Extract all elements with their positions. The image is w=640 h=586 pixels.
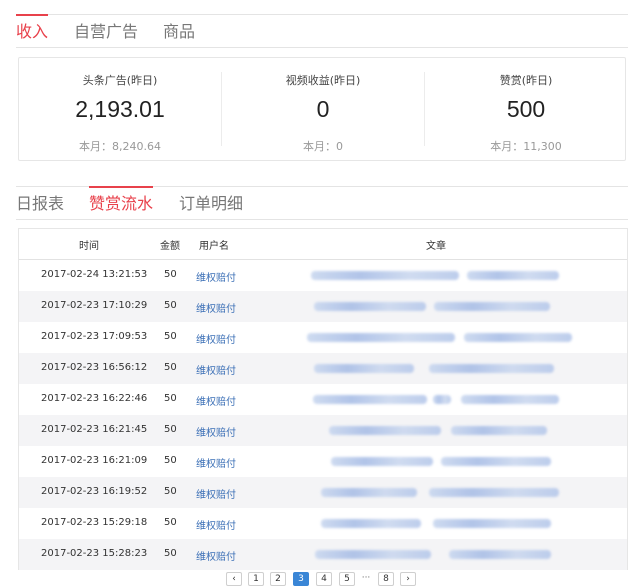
- cell-amount: 50: [164, 455, 177, 466]
- redacted-article-title[interactable]: [461, 395, 559, 404]
- column-header-time: 时间: [79, 241, 99, 252]
- page-button-5[interactable]: 5: [339, 572, 355, 586]
- cell-time: 2017-02-23 16:56:12: [41, 362, 148, 373]
- table-row: 2017-02-24 13:21:53 50 维权赔付: [19, 260, 627, 291]
- page-button-2[interactable]: 2: [270, 572, 286, 586]
- table-row: 2017-02-23 15:28:23 50 维权赔付: [19, 539, 627, 570]
- page-button-8[interactable]: 8: [378, 572, 394, 586]
- metric-label: 赞赏(昨日): [499, 74, 553, 87]
- metric-month-total: 本月：0: [303, 140, 343, 153]
- table-row: 2017-02-23 16:21:45 50 维权赔付: [19, 415, 627, 446]
- cell-time: 2017-02-23 16:21:09: [41, 455, 148, 466]
- redacted-article-title[interactable]: [315, 550, 431, 559]
- cell-amount: 50: [164, 300, 177, 311]
- cell-username-link[interactable]: 维权赔付: [196, 424, 236, 439]
- cell-username-link[interactable]: 维权赔付: [196, 548, 236, 563]
- redacted-article-title[interactable]: [433, 519, 551, 528]
- table-header: 时间 金额 用户名 文章: [19, 229, 627, 260]
- cell-time: 2017-02-24 13:21:53: [41, 269, 148, 280]
- table-row: 2017-02-23 16:56:12 50 维权赔付: [19, 353, 627, 384]
- cell-time: 2017-02-23 16:19:52: [41, 486, 148, 497]
- table-row: 2017-02-23 17:10:29 50 维权赔付: [19, 291, 627, 322]
- column-header-amount: 金额: [160, 241, 180, 252]
- tab-products[interactable]: 商品: [163, 21, 195, 48]
- redacted-article-title[interactable]: [311, 271, 459, 280]
- table-row: 2017-02-23 15:29:18 50 维权赔付: [19, 508, 627, 539]
- tab-daily-report[interactable]: 日报表: [16, 193, 64, 220]
- tip-flow-table: 时间 金额 用户名 文章 2017-02-24 13:21:53 50 维权赔付 20…: [18, 228, 628, 570]
- redacted-article-title[interactable]: [429, 364, 554, 373]
- cell-time: 2017-02-23 16:22:46: [41, 393, 148, 404]
- cell-time: 2017-02-23 17:10:29: [41, 300, 148, 311]
- metric-value: 0: [316, 96, 330, 122]
- cell-username-link[interactable]: 维权赔付: [196, 455, 236, 470]
- redacted-article-title[interactable]: [329, 426, 441, 435]
- pagination: ‹ 1 2 3 4 5 ··· 8 ›: [0, 572, 640, 586]
- tab-income[interactable]: 收入: [16, 14, 49, 48]
- redacted-article-title[interactable]: [307, 333, 455, 342]
- metric-label: 头条广告(昨日): [82, 74, 158, 87]
- cell-amount: 50: [164, 362, 177, 373]
- income-summary-card: 头条广告(昨日) 2,193.01 本月：8,240.64 视频收益(昨日) 0…: [18, 57, 626, 161]
- redacted-article-title[interactable]: [449, 550, 551, 559]
- metric-value: 500: [506, 96, 546, 122]
- redacted-article-title[interactable]: [321, 519, 421, 528]
- redacted-article-title[interactable]: [467, 271, 559, 280]
- cell-amount: 50: [164, 424, 177, 435]
- pagination-ellipsis: ···: [361, 573, 371, 583]
- column-header-article: 文章: [426, 241, 446, 252]
- page-button-3-current[interactable]: 3: [293, 572, 309, 586]
- cell-username-link[interactable]: 维权赔付: [196, 269, 236, 284]
- metric-month-total: 本月：11,300: [490, 140, 562, 153]
- cell-username-link[interactable]: 维权赔付: [196, 393, 236, 408]
- income-tabs: 收入 自营广告 商品: [16, 14, 628, 48]
- metric-headline-ads: 头条广告(昨日) 2,193.01 本月：8,240.64: [19, 58, 221, 160]
- column-header-username: 用户名: [199, 241, 229, 252]
- cell-username-link[interactable]: 维权赔付: [196, 362, 236, 377]
- cell-amount: 50: [164, 269, 177, 280]
- redacted-article-title[interactable]: [441, 457, 551, 466]
- metric-label: 视频收益(昨日): [285, 74, 361, 87]
- redacted-article-title[interactable]: [331, 457, 433, 466]
- page-button-4[interactable]: 4: [316, 572, 332, 586]
- cell-amount: 50: [164, 331, 177, 342]
- page-button-1[interactable]: 1: [248, 572, 264, 586]
- table-row: 2017-02-23 17:09:53 50 维权赔付: [19, 322, 627, 353]
- chevron-left-icon[interactable]: ‹: [226, 572, 242, 586]
- redacted-article-title[interactable]: [434, 302, 550, 311]
- tab-order-details[interactable]: 订单明细: [179, 193, 243, 220]
- redacted-article-title[interactable]: [451, 426, 547, 435]
- cell-amount: 50: [164, 517, 177, 528]
- table-row: 2017-02-23 16:21:09 50 维权赔付: [19, 446, 627, 477]
- table-row: 2017-02-23 16:22:46 50 维权赔付: [19, 384, 627, 415]
- metric-tips: 赞赏(昨日) 500 本月：11,300: [425, 58, 627, 160]
- table-row: 2017-02-23 16:19:52 50 维权赔付: [19, 477, 627, 508]
- cell-username-link[interactable]: 维权赔付: [196, 300, 236, 315]
- cell-time: 2017-02-23 17:09:53: [41, 331, 148, 342]
- chevron-right-icon[interactable]: ›: [400, 572, 416, 586]
- cell-amount: 50: [164, 393, 177, 404]
- cell-time: 2017-02-23 16:21:45: [41, 424, 148, 435]
- metric-value: 2,193.01: [75, 96, 165, 122]
- cell-username-link[interactable]: 维权赔付: [196, 486, 236, 501]
- tab-self-ads[interactable]: 自营广告: [74, 21, 138, 48]
- metric-month-total: 本月：8,240.64: [79, 140, 161, 153]
- redacted-article-title[interactable]: [433, 395, 451, 404]
- report-tabs: 日报表 赞赏流水 订单明细: [16, 186, 628, 220]
- redacted-article-title[interactable]: [429, 488, 559, 497]
- redacted-article-title[interactable]: [464, 333, 572, 342]
- cell-time: 2017-02-23 15:29:18: [41, 517, 148, 528]
- cell-amount: 50: [164, 486, 177, 497]
- redacted-article-title[interactable]: [321, 488, 417, 497]
- cell-username-link[interactable]: 维权赔付: [196, 331, 236, 346]
- cell-time: 2017-02-23 15:28:23: [41, 548, 148, 559]
- redacted-article-title[interactable]: [314, 302, 426, 311]
- cell-amount: 50: [164, 548, 177, 559]
- redacted-article-title[interactable]: [314, 364, 414, 373]
- metric-video-revenue: 视频收益(昨日) 0 本月：0: [222, 58, 424, 160]
- cell-username-link[interactable]: 维权赔付: [196, 517, 236, 532]
- redacted-article-title[interactable]: [313, 395, 427, 404]
- tab-tip-flow[interactable]: 赞赏流水: [89, 186, 154, 220]
